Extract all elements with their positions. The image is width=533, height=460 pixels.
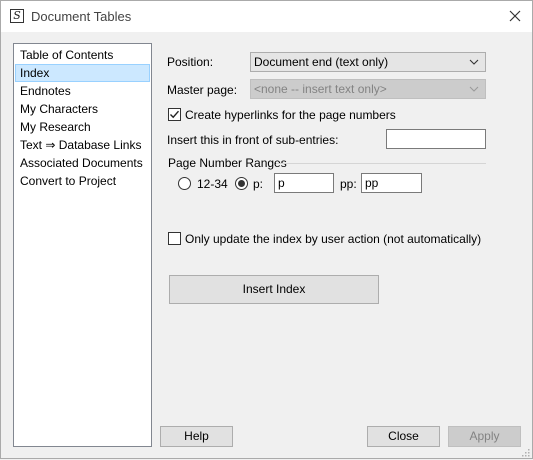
- apply-button[interactable]: Apply: [448, 426, 521, 447]
- sidebar-item-database-links[interactable]: Text ⇒ Database Links: [15, 136, 150, 154]
- chevron-down-icon: [469, 53, 479, 71]
- sidebar-item-convert-to-project[interactable]: Convert to Project: [15, 172, 150, 190]
- category-list[interactable]: Table of Contents Index Endnotes My Char…: [13, 43, 152, 447]
- position-label: Position:: [167, 55, 214, 69]
- close-button[interactable]: Close: [367, 426, 440, 447]
- insert-index-button[interactable]: Insert Index: [169, 275, 379, 304]
- range-radio-p[interactable]: [235, 177, 248, 190]
- hyperlinks-checkbox[interactable]: [168, 108, 181, 121]
- update-manually-checkbox[interactable]: [168, 232, 181, 245]
- window-title: Document Tables: [31, 9, 132, 24]
- p-input[interactable]: p: [274, 173, 334, 193]
- dialog-window: S Document Tables Table of Contents Inde…: [0, 0, 533, 459]
- resize-grip-icon[interactable]: [520, 446, 530, 457]
- range-radio-p-label: p:: [253, 177, 264, 191]
- master-page-label: Master page:: [167, 83, 238, 97]
- help-button[interactable]: Help: [160, 426, 233, 447]
- group-divider: [276, 163, 486, 164]
- checkmark-icon: [170, 110, 180, 119]
- subentries-label: Insert this in front of sub-entries:: [167, 133, 339, 147]
- sidebar-item-my-research[interactable]: My Research: [15, 118, 150, 136]
- chevron-down-icon: [469, 80, 479, 98]
- app-icon: S: [10, 9, 24, 23]
- hyperlinks-label: Create hyperlinks for the page numbers: [185, 108, 396, 122]
- page-number-ranges-label: Page Number Ranges: [168, 156, 287, 170]
- subentries-input[interactable]: [386, 129, 486, 149]
- range-radio-12-34-label: 12-34: [197, 177, 228, 191]
- sidebar-item-associated-documents[interactable]: Associated Documents: [15, 154, 150, 172]
- sidebar-item-endnotes[interactable]: Endnotes: [15, 82, 150, 100]
- master-page-select-value: <none -- insert text only>: [254, 82, 387, 96]
- radio-selected-dot: [238, 180, 245, 187]
- title-bar: S Document Tables: [1, 1, 532, 32]
- close-icon[interactable]: [506, 6, 524, 26]
- sidebar-item-table-of-contents[interactable]: Table of Contents: [15, 46, 150, 64]
- position-select[interactable]: Document end (text only): [250, 52, 486, 72]
- pp-input[interactable]: pp: [361, 173, 422, 193]
- sidebar-item-my-characters[interactable]: My Characters: [15, 100, 150, 118]
- master-page-select[interactable]: <none -- insert text only>: [250, 79, 486, 99]
- pp-label: pp:: [340, 177, 357, 191]
- sidebar-item-index[interactable]: Index: [15, 64, 150, 82]
- update-manually-label: Only update the index by user action (no…: [185, 232, 482, 246]
- range-radio-12-34[interactable]: [178, 177, 191, 190]
- position-select-value: Document end (text only): [254, 55, 389, 69]
